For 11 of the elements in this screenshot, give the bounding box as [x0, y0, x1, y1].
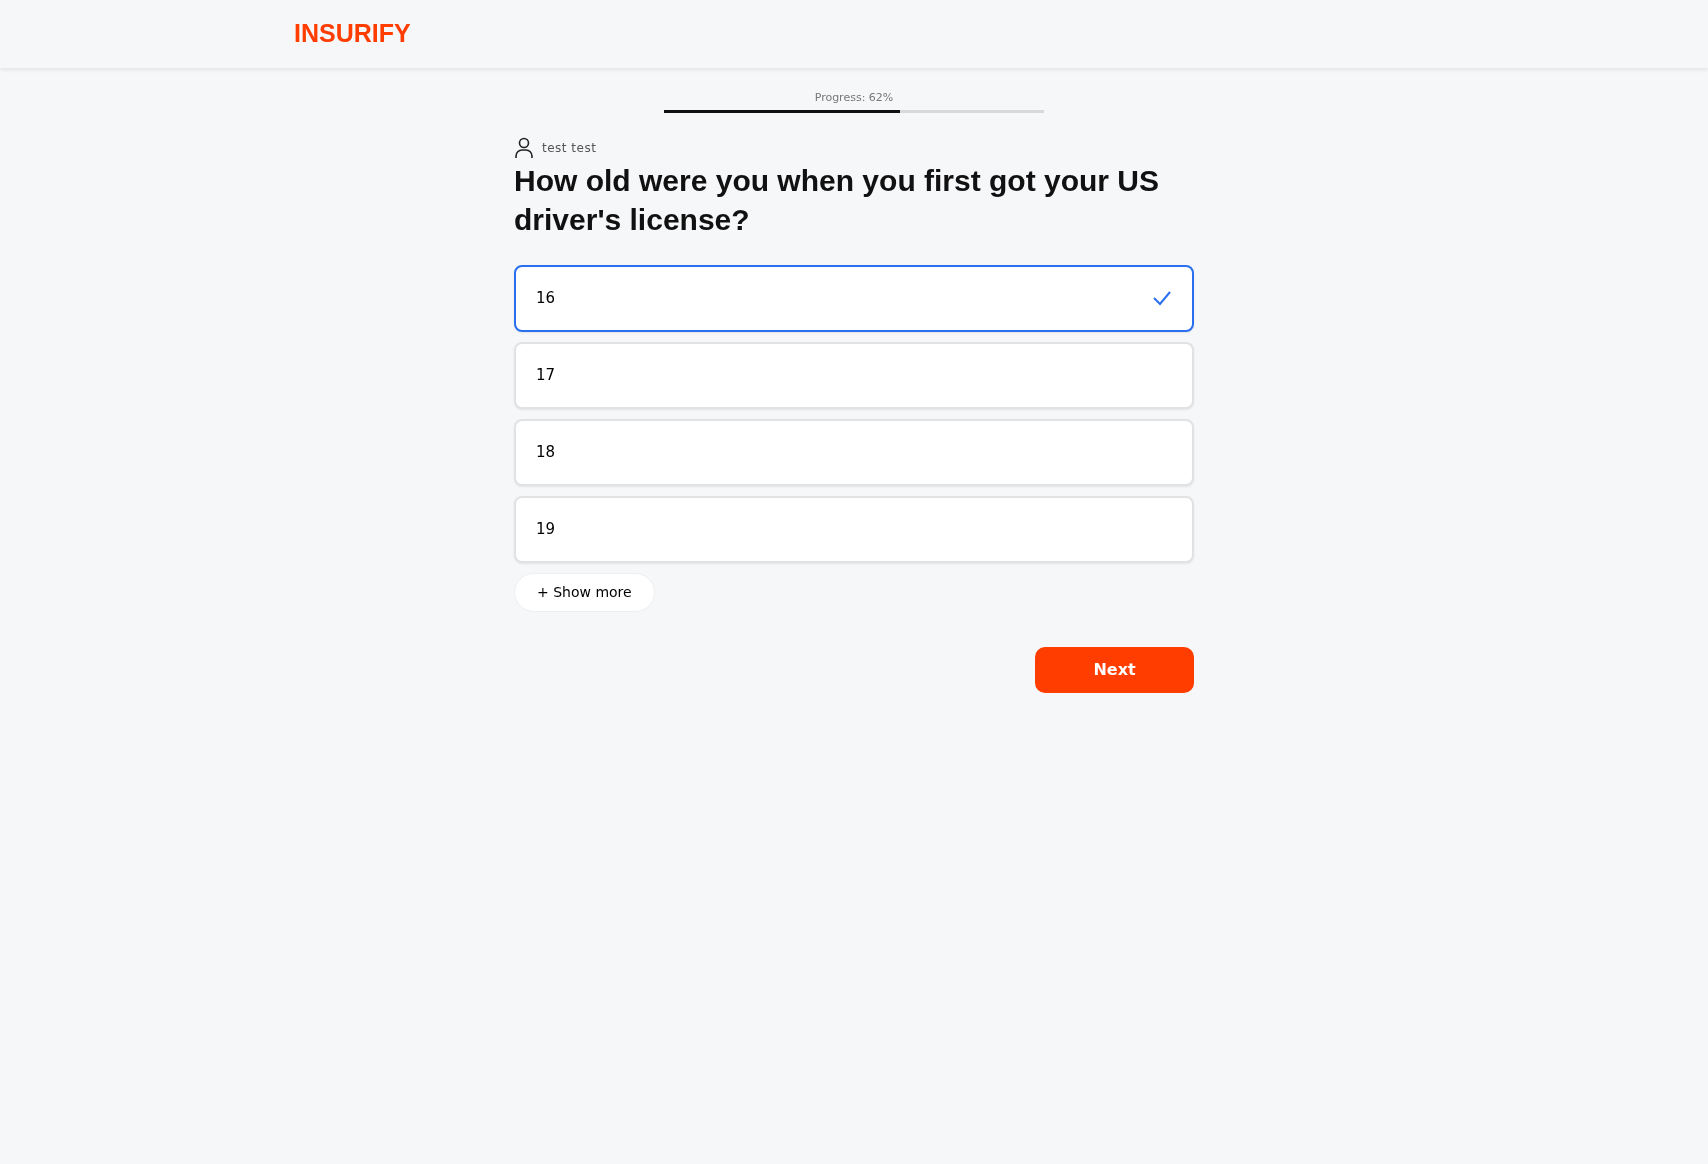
- progress-label: Progress: 62%: [814, 91, 894, 104]
- question-heading: How old were you when you first got your US driver's license?: [514, 163, 1160, 236]
- answer-option[interactable]: 17: [514, 341, 1194, 409]
- user-icon: [514, 136, 534, 159]
- show-more-button[interactable]: + Show more: [514, 572, 655, 612]
- answer-option[interactable]: 18: [514, 418, 1194, 486]
- user-name: test test: [542, 139, 597, 157]
- check-icon: [1152, 290, 1172, 306]
- answer-option[interactable]: 16: [514, 264, 1194, 332]
- answer-option[interactable]: 19: [514, 495, 1194, 563]
- next-button[interactable]: Next: [1035, 646, 1194, 693]
